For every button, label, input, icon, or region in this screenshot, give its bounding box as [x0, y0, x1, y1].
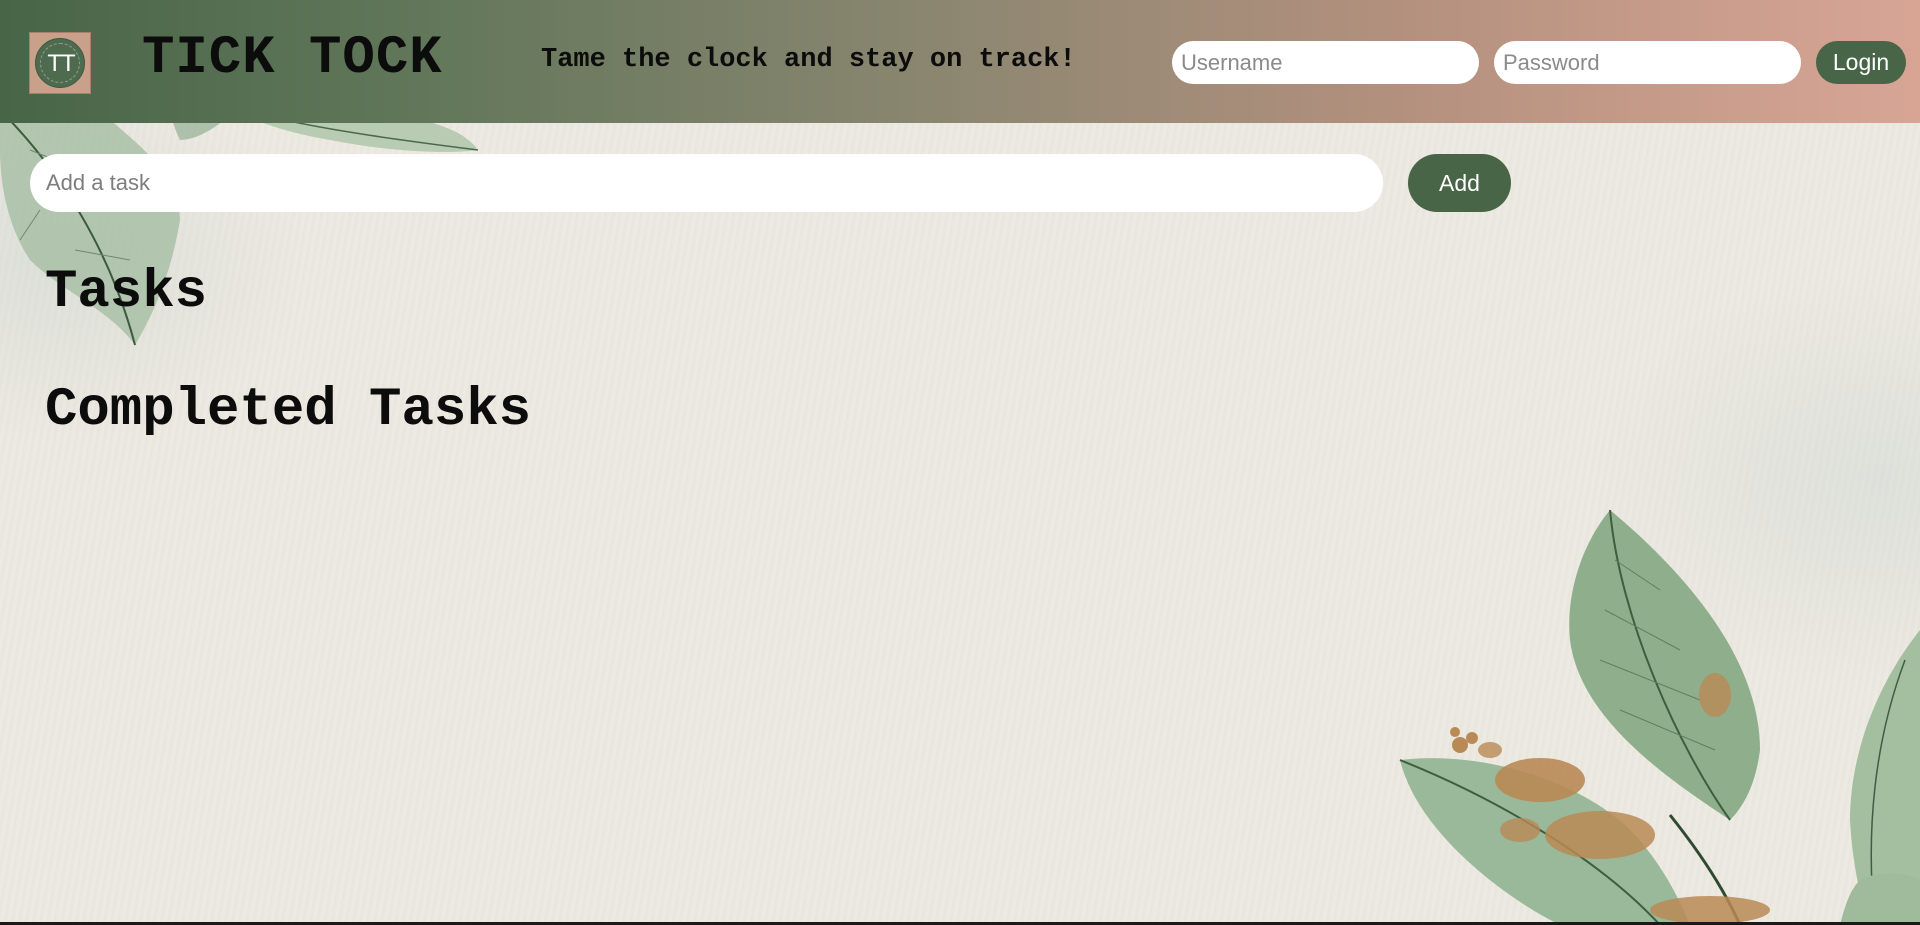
password-input[interactable] — [1494, 41, 1801, 84]
login-button[interactable]: Login — [1816, 41, 1906, 84]
add-task-button[interactable]: Add — [1408, 154, 1511, 212]
app-title: TICK TOCK — [142, 28, 443, 89]
tagline: Tame the clock and stay on track! — [541, 45, 1076, 75]
logo[interactable]: TT — [29, 32, 91, 94]
username-input[interactable] — [1172, 41, 1479, 84]
completed-tasks-heading: Completed Tasks — [45, 380, 532, 441]
add-task-input[interactable] — [30, 154, 1383, 212]
tasks-heading: Tasks — [45, 262, 208, 323]
page-background — [0, 0, 1920, 925]
logo-badge: TT — [35, 38, 85, 88]
logo-text: TT — [47, 50, 75, 77]
app-header: TT TICK TOCK Tame the clock and stay on … — [0, 0, 1920, 123]
